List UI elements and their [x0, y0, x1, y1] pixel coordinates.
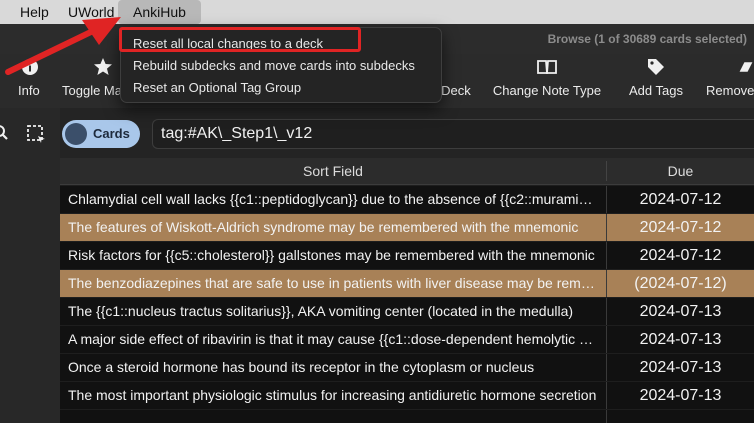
- cell-divider: [606, 410, 607, 423]
- due-cell: 2024-07-13: [639, 387, 722, 404]
- sidebar: [0, 108, 60, 423]
- menu-bar: Help UWorld AnkiHub: [0, 0, 754, 24]
- table-row[interactable]: A major side effect of ribavirin is that…: [60, 326, 754, 353]
- table-row-partial[interactable]: [60, 410, 754, 423]
- selection-tool-icon[interactable]: [26, 124, 46, 149]
- sort-field-cell: The benzodiazepines that are safe to use…: [68, 275, 598, 291]
- sort-field-cell: Risk factors for {{c5::cholesterol}} gal…: [68, 247, 595, 263]
- due-cell: 2024-07-12: [639, 247, 722, 264]
- search-input[interactable]: tag:#AK\_Step1\_v12: [152, 119, 754, 149]
- table-row[interactable]: Risk factors for {{c5::cholesterol}} gal…: [60, 242, 754, 269]
- note-type-icon: [487, 57, 607, 77]
- table-row[interactable]: The benzodiazepines that are safe to use…: [60, 270, 754, 297]
- highlight-box: [119, 27, 361, 52]
- column-header-due[interactable]: Due: [607, 158, 754, 184]
- remove-tags-label: Remove Tags: [706, 83, 754, 98]
- due-cell: 2024-07-12: [639, 191, 722, 208]
- change-note-type-button[interactable]: Change Note Type: [487, 54, 607, 108]
- add-tags-button[interactable]: Add Tags: [624, 54, 688, 108]
- table-row[interactable]: The features of Wiskott-Aldrich syndrome…: [60, 214, 754, 241]
- column-header-sort-field[interactable]: Sort Field: [60, 158, 606, 184]
- sort-field-cell: The most important physiologic stimulus …: [68, 387, 597, 403]
- sort-field-cell: A major side effect of ribavirin is that…: [68, 331, 598, 347]
- table-row[interactable]: Chlamydial cell wall lacks {{c1::peptido…: [60, 186, 754, 213]
- sidebar-search-icon[interactable]: [0, 124, 12, 147]
- menu-uworld[interactable]: UWorld: [68, 0, 114, 24]
- table-row[interactable]: The most important physiologic stimulus …: [60, 382, 754, 409]
- sort-field-cell: The features of Wiskott-Aldrich syndrome…: [68, 219, 579, 235]
- cards-notes-toggle[interactable]: Cards: [62, 120, 140, 148]
- menu-item-reset-tag-group[interactable]: Reset an Optional Tag Group: [133, 80, 301, 95]
- tag-icon: [624, 57, 688, 77]
- search-row: Cards tag:#AK\_Step1\_v12: [60, 108, 754, 158]
- sort-field-cell: Chlamydial cell wall lacks {{c1::peptido…: [68, 191, 598, 207]
- card-table: Sort Field Due Chlamydial cell wall lack…: [60, 158, 754, 423]
- menu-help[interactable]: Help: [20, 0, 49, 24]
- due-cell: 2024-07-13: [639, 359, 722, 376]
- info-label: Info: [18, 83, 40, 98]
- toggle-label: Cards: [93, 126, 130, 141]
- sort-field-cell: The {{c1::nucleus tractus solitarius}}, …: [68, 303, 574, 319]
- due-cell: (2024-07-12): [634, 275, 727, 292]
- change-note-type-label: Change Note Type: [492, 83, 602, 98]
- table-row[interactable]: Once a steroid hormone has bound its rec…: [60, 354, 754, 381]
- menu-item-rebuild-subdecks[interactable]: Rebuild subdecks and move cards into sub…: [133, 58, 415, 73]
- toggle-knob: [65, 123, 87, 145]
- table-header: Sort Field Due: [60, 158, 754, 185]
- due-cell: 2024-07-13: [639, 331, 722, 348]
- due-cell: 2024-07-13: [639, 303, 722, 320]
- table-row[interactable]: The {{c1::nucleus tractus solitarius}}, …: [60, 298, 754, 325]
- menu-ankihub[interactable]: AnkiHub: [118, 0, 201, 24]
- info-icon: [14, 57, 46, 77]
- window-title: Browse (1 of 30689 cards selected): [547, 32, 747, 46]
- remove-tags-button[interactable]: Remove Tags: [704, 54, 754, 108]
- due-cell: 2024-07-12: [639, 219, 722, 236]
- sort-field-cell: Once a steroid hormone has bound its rec…: [68, 359, 535, 375]
- info-button[interactable]: Info: [14, 54, 46, 108]
- eraser-icon: [738, 57, 754, 77]
- add-tags-label: Add Tags: [629, 83, 683, 98]
